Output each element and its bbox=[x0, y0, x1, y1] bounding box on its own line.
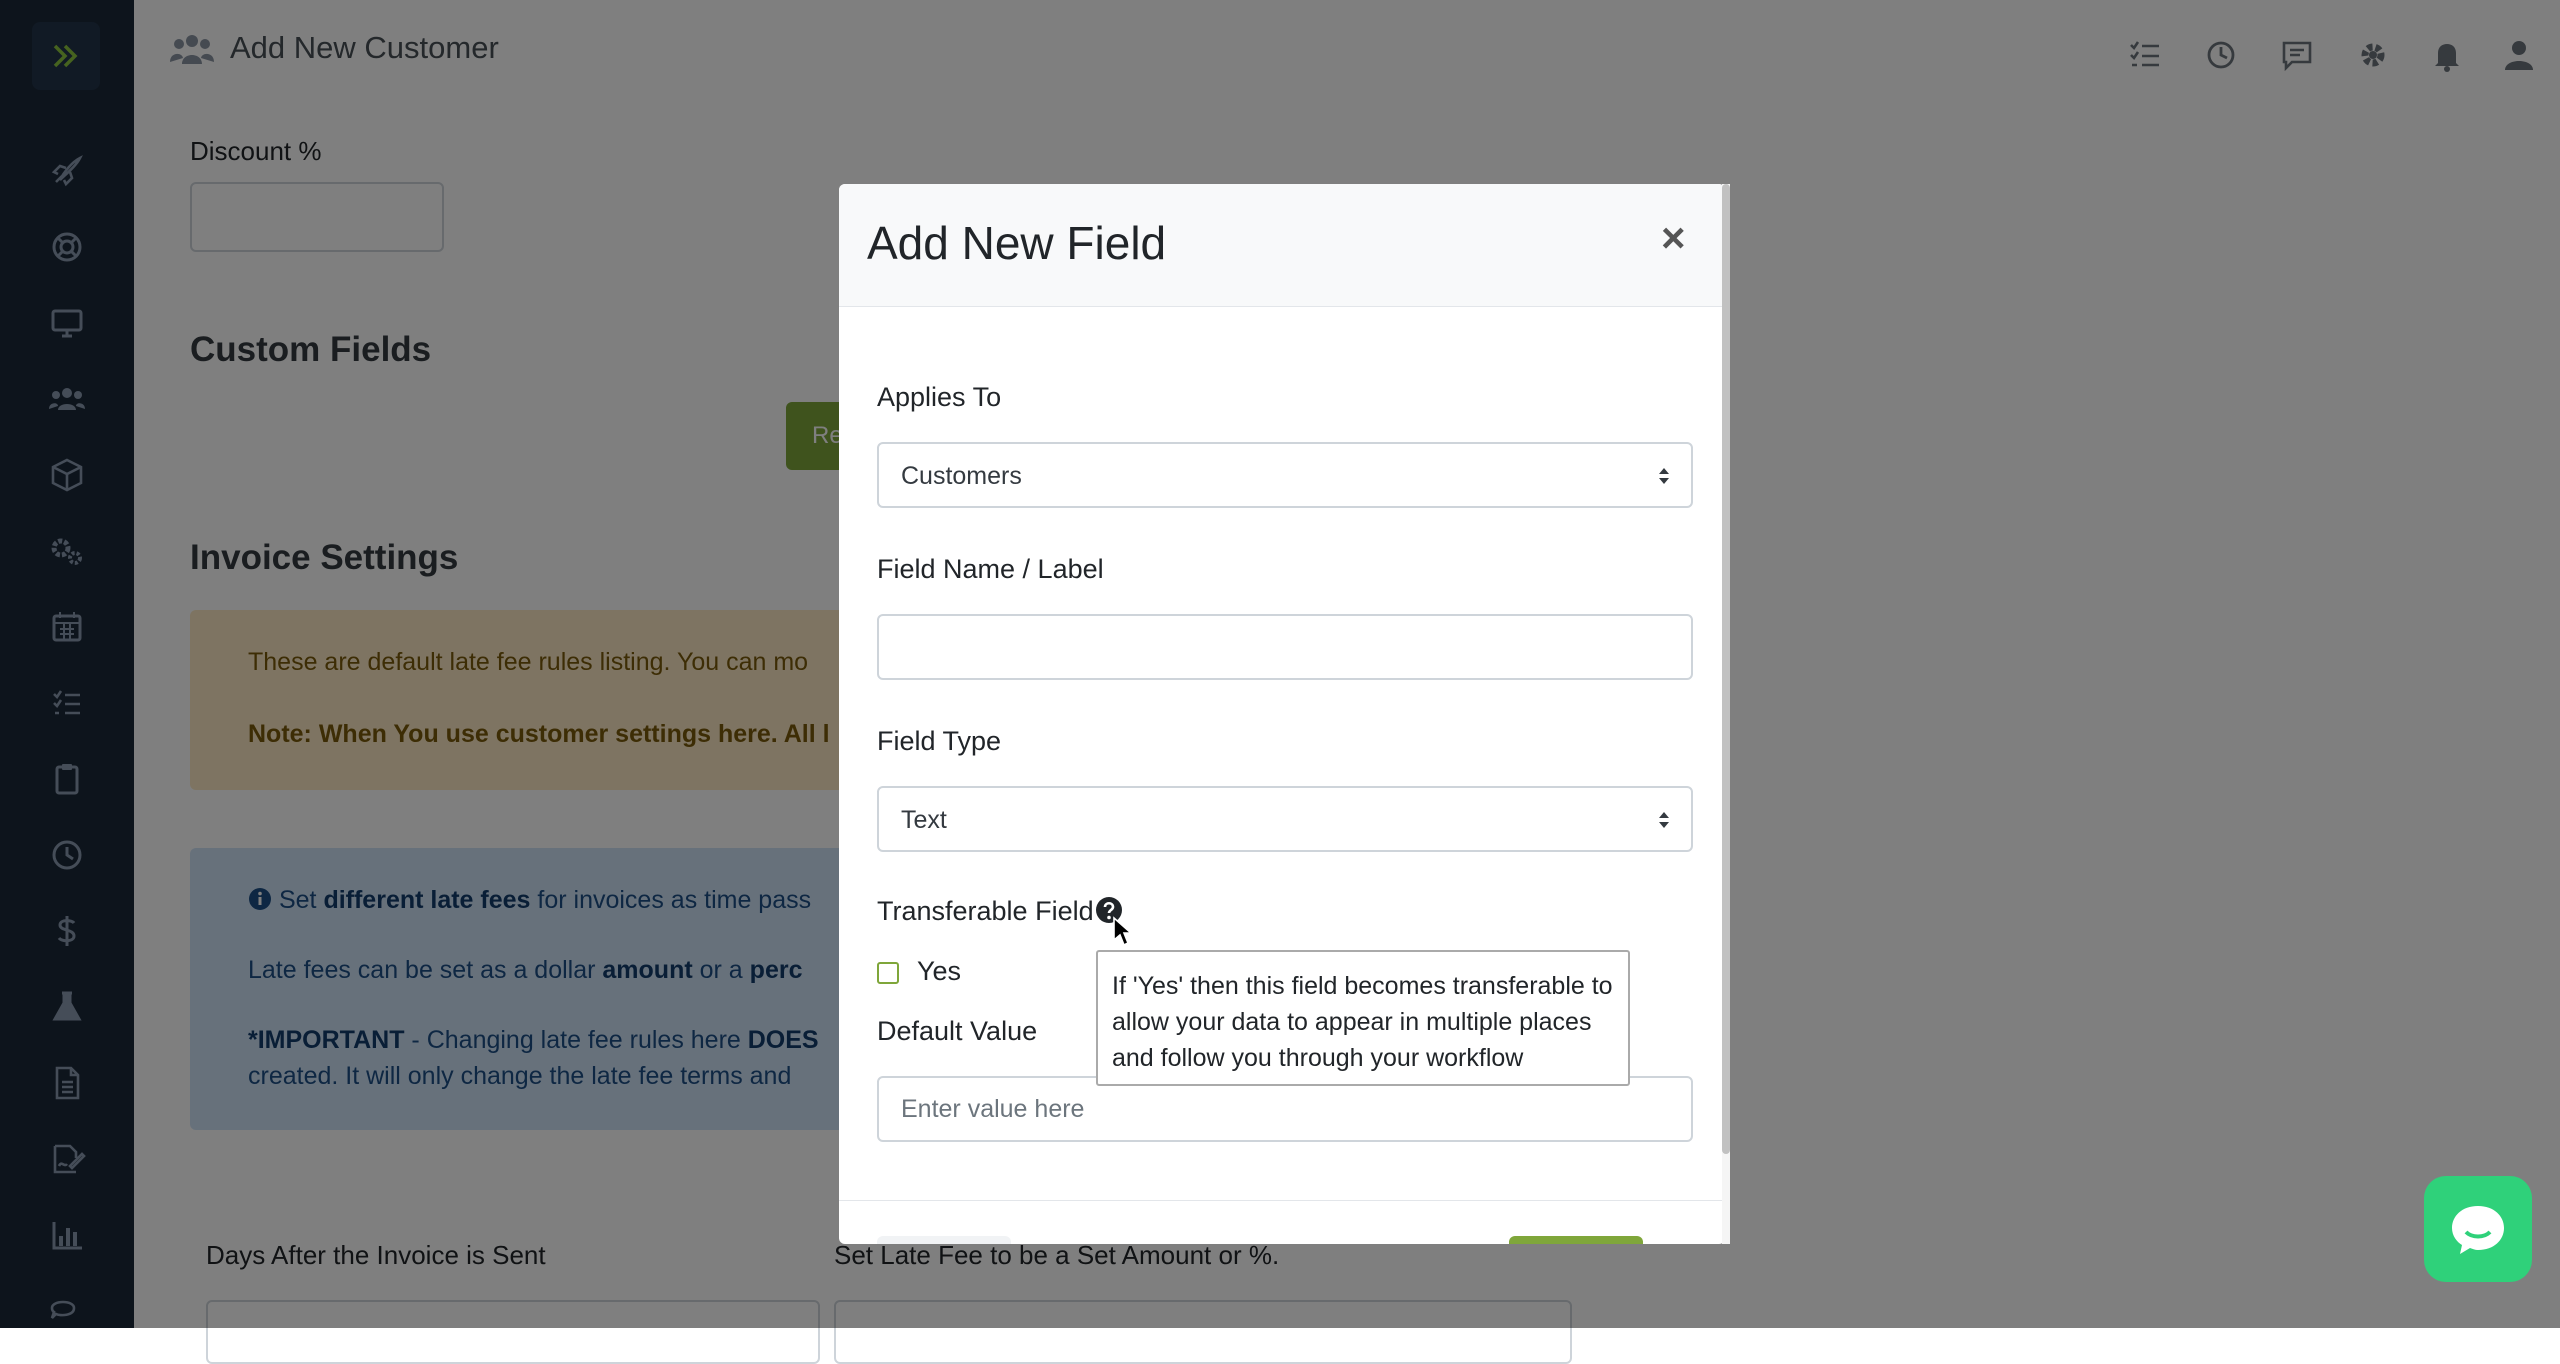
modal-scrollbar-thumb[interactable] bbox=[1722, 184, 1730, 1154]
field-type-label: Field Type bbox=[877, 726, 1002, 756]
save-button[interactable] bbox=[1509, 1236, 1643, 1244]
chat-bubble-icon bbox=[2452, 1206, 2504, 1254]
modal-footer-divider bbox=[839, 1200, 1725, 1201]
field-type-select[interactable]: Text bbox=[877, 786, 1693, 852]
transferable-field-label: Transferable Field bbox=[877, 896, 1094, 926]
select-caret-icon bbox=[1659, 468, 1669, 484]
applies-to-select[interactable]: Customers bbox=[877, 442, 1693, 508]
cancel-button[interactable] bbox=[877, 1236, 1011, 1244]
select-caret-icon bbox=[1659, 812, 1669, 828]
mouse-cursor-icon bbox=[1113, 916, 1132, 947]
default-value-label: Default Value bbox=[877, 1016, 1038, 1046]
transferable-tooltip: If 'Yes' then this field becomes transfe… bbox=[1096, 950, 1630, 1086]
modal-title: Add New Field bbox=[867, 217, 1167, 269]
modal-header: Add New Field × bbox=[839, 184, 1725, 307]
yes-label: Yes bbox=[917, 956, 962, 986]
chat-widget-button[interactable] bbox=[2424, 1176, 2532, 1282]
transferable-checkbox[interactable] bbox=[877, 962, 899, 984]
close-icon[interactable]: × bbox=[1661, 214, 1686, 262]
applies-to-label: Applies To bbox=[877, 382, 1002, 412]
field-name-input[interactable] bbox=[877, 614, 1693, 680]
field-name-label: Field Name / Label bbox=[877, 554, 1104, 584]
